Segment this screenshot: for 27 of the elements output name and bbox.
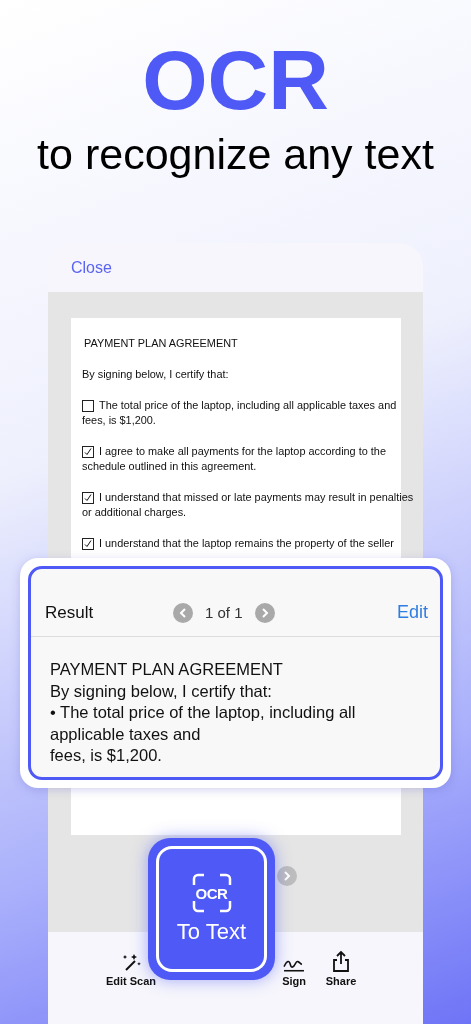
result-text: fees, is $1,200. (50, 745, 163, 766)
hero-subtitle: to recognize any text (37, 129, 434, 180)
document-text: schedule outlined in this agreement. (82, 459, 258, 474)
edit-button[interactable]: Edit (396, 602, 428, 623)
checkbox[interactable] (82, 491, 94, 504)
result-text: By signing below, I certify that: (50, 680, 273, 702)
document-text: The total price of the laptop, including all applicable taxes and (99, 398, 397, 413)
document-text: I understand that missed or late payments may result in penalties (99, 490, 414, 505)
document-text: fees, is $1,200. (82, 413, 157, 428)
result-title: Result (45, 602, 95, 623)
toolbar-button[interactable]: Sign (282, 950, 306, 1024)
document-text: By signing below, I certify that: (82, 367, 230, 382)
close-button[interactable]: Close (71, 258, 112, 277)
document-text: I understand that the laptop remains the property of the seller (99, 536, 394, 551)
page-counter: 1 of 1 (205, 604, 243, 621)
checkbox[interactable] (82, 445, 94, 458)
signature-icon (283, 959, 306, 972)
document-text: or additional charges. (82, 505, 188, 520)
document-title: PAYMENT PLAN AGREEMENT (84, 336, 239, 351)
toolbar-button[interactable]: Share (306, 950, 376, 1024)
to-text-button[interactable]: OCR To Text (148, 838, 275, 980)
hero-title: OCR (142, 36, 329, 124)
document-text: I agree to make all payments for the laptop according to the (99, 444, 386, 459)
share-icon (330, 950, 352, 972)
checkbox[interactable] (82, 537, 94, 550)
result-text: PAYMENT PLAN AGREEMENT (50, 659, 284, 680)
checkbox[interactable] (82, 399, 94, 412)
